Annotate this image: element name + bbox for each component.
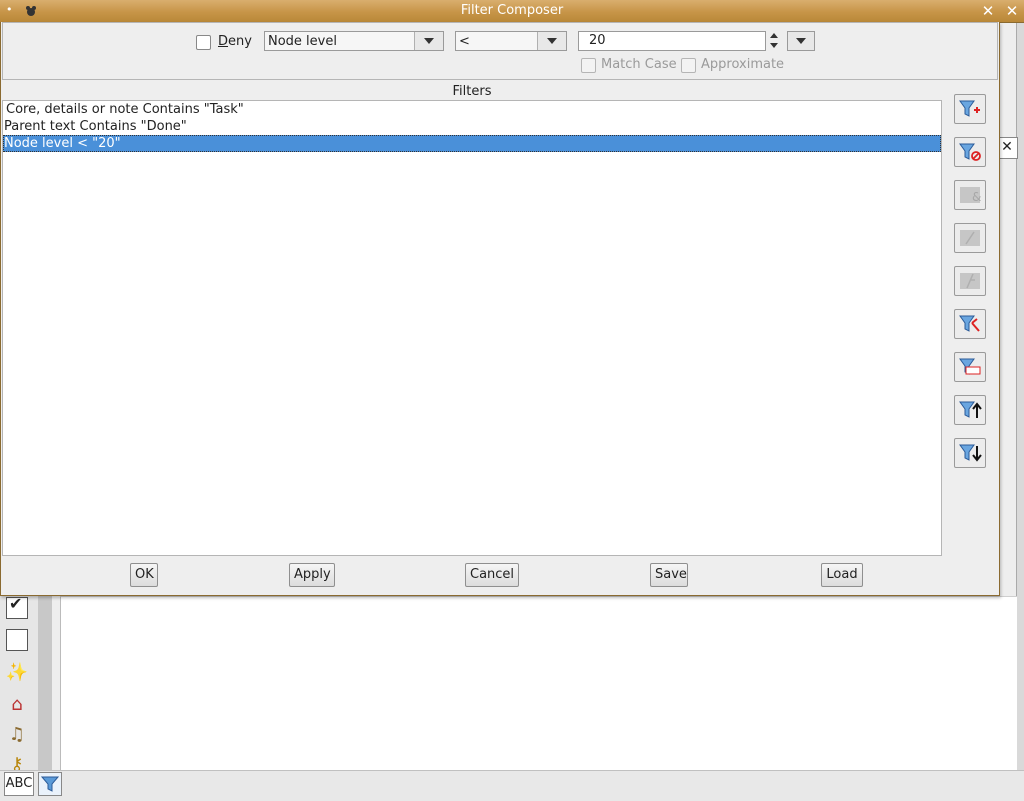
empty-box-icon[interactable] <box>5 628 29 652</box>
match-case-label: Match Case <box>601 57 677 72</box>
operator-select-value: < <box>459 34 470 49</box>
match-case-checkbox[interactable] <box>581 58 596 73</box>
close-icon[interactable]: ✕ <box>980 3 996 19</box>
dialog-titlebar[interactable]: • Filter Composer ✕ ✕ <box>0 0 1024 23</box>
load-button[interactable]: Load <box>821 563 863 587</box>
chevron-down-icon[interactable] <box>414 32 443 50</box>
move-down-filter-button[interactable] <box>954 438 986 468</box>
value-input[interactable]: 20 <box>578 31 766 51</box>
filters-heading: Filters <box>452 84 492 99</box>
apply-button[interactable]: Apply <box>289 563 335 587</box>
background-close-icon-titlebar[interactable]: ✕ <box>1004 3 1020 19</box>
filter-delete-icon <box>959 315 980 332</box>
spellcheck-icon[interactable]: ABC <box>4 772 34 796</box>
stepper-up-icon[interactable] <box>770 33 778 38</box>
delete-filter-button[interactable] <box>954 309 986 339</box>
filter-and-icon: & <box>960 187 981 204</box>
home-icon[interactable]: ⌂ <box>5 692 29 716</box>
list-item-selected[interactable]: Node level < "20" <box>3 135 941 152</box>
or-filter-button[interactable] <box>954 223 986 253</box>
chevron-down-icon[interactable] <box>537 32 566 50</box>
split-filter-button[interactable] <box>954 266 986 296</box>
ok-button[interactable]: OK <box>130 563 158 587</box>
filter-down-icon <box>959 444 982 462</box>
list-item[interactable]: Core, details or note Contains "Task" <box>3 101 941 118</box>
music-icon[interactable]: ♫ <box>5 722 29 746</box>
filter-rename-icon <box>959 358 981 375</box>
save-button[interactable]: Save <box>650 563 688 587</box>
tool-palette: ✔ ✨ ⌂ ♫ ⚷ <box>0 594 39 775</box>
operator-select[interactable]: < <box>455 31 567 51</box>
status-bar <box>0 770 1024 801</box>
property-select[interactable]: Node level <box>264 31 444 51</box>
deny-label[interactable]: Deny <box>218 34 252 49</box>
magic-wand-icon[interactable]: ✨ <box>5 660 29 684</box>
dialog-title: Filter Composer <box>460 3 564 18</box>
checked-box-icon[interactable]: ✔ <box>5 594 29 620</box>
deny-label-rest: eny <box>228 34 252 49</box>
negate-filter-button[interactable] <box>954 137 986 167</box>
and-filter-button[interactable]: & <box>954 180 986 210</box>
add-filter-button[interactable] <box>954 94 986 124</box>
property-select-value: Node level <box>268 34 337 49</box>
filter-add-icon <box>959 100 980 117</box>
background-divider[interactable] <box>38 594 52 772</box>
filter-icon[interactable] <box>38 772 62 796</box>
background-window-edge <box>1016 0 1024 800</box>
map-canvas[interactable] <box>60 596 1017 773</box>
filters-list[interactable]: Core, details or note Contains "Task" Pa… <box>2 100 942 556</box>
filter-split-icon <box>960 273 980 289</box>
stepper-down-icon[interactable] <box>770 43 778 48</box>
filter-or-icon <box>960 230 980 246</box>
chevron-down-icon <box>796 38 806 44</box>
rename-filter-button[interactable] <box>954 352 986 382</box>
filter-not-icon <box>959 143 981 161</box>
list-item[interactable]: Parent text Contains "Done" <box>3 118 941 135</box>
deny-checkbox[interactable] <box>196 35 211 50</box>
value-stepper[interactable] <box>768 31 782 51</box>
filter-up-icon <box>959 401 982 418</box>
approximate-checkbox[interactable] <box>681 58 696 73</box>
move-up-filter-button[interactable] <box>954 395 986 425</box>
condition-editor-panel: Deny Node level < 20 Match Case Approxim… <box>2 22 998 80</box>
approximate-label: Approximate <box>701 57 785 72</box>
cancel-button[interactable]: Cancel <box>465 563 519 587</box>
svg-text:&: & <box>972 190 981 204</box>
value-history-dropdown[interactable] <box>787 31 815 51</box>
